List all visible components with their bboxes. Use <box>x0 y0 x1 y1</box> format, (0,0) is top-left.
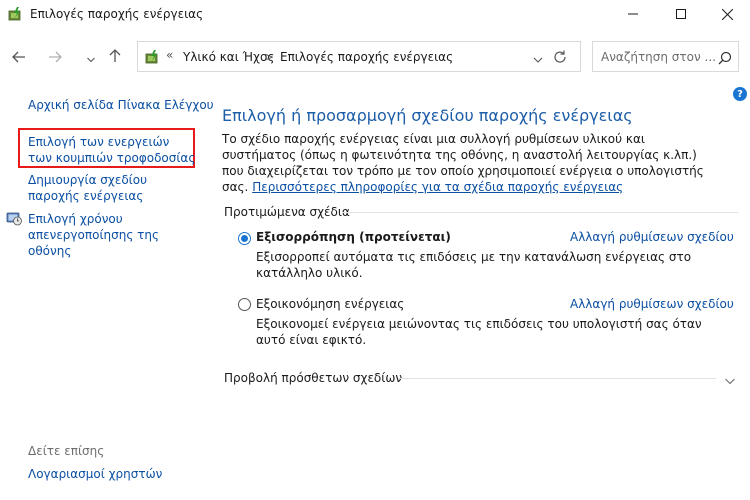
expand-chevron-icon[interactable] <box>724 372 736 385</box>
sidebar-link-control-panel-home[interactable]: Αρχική σελίδα Πίνακα Ελέγχου <box>28 97 214 113</box>
balanced-plan-radio[interactable] <box>238 232 251 245</box>
display-clock-icon <box>6 210 22 226</box>
search-input[interactable]: Αναζήτηση στον ... <box>592 41 739 72</box>
balanced-change-settings-link[interactable]: Αλλαγή ρυθμίσεων σχεδίου <box>570 230 734 244</box>
forward-button[interactable] <box>44 46 66 68</box>
breadcrumb-separator[interactable]: > <box>264 50 274 64</box>
navigation-bar: « Υλικό και Ήχος > Επιλογές παροχής ενέρ… <box>0 38 750 76</box>
close-button[interactable] <box>704 0 750 28</box>
address-bar[interactable]: « Υλικό και Ήχος > Επιλογές παροχής ενέρ… <box>137 41 581 72</box>
balanced-plan-name[interactable]: Εξισορρόπηση (προτείνεται) <box>256 230 451 244</box>
refresh-icon[interactable] <box>552 49 568 65</box>
preferred-plans-label: Προτιμώμενα σχέδια <box>224 205 350 219</box>
power-saver-plan-name[interactable]: Εξοικονόμηση ενέργειας <box>256 297 404 311</box>
search-icon[interactable] <box>718 50 732 65</box>
power-saver-plan-description: Εξοικονομεί ενέργεια μειώνοντας τις επιδ… <box>256 317 702 347</box>
recent-locations-button[interactable] <box>80 46 102 68</box>
show-additional-plans-label[interactable]: Προβολή πρόσθετων σχεδίων <box>224 371 402 385</box>
breadcrumb-hardware-sound[interactable]: Υλικό και Ήχος <box>183 50 274 64</box>
sidebar-link-power-buttons[interactable]: Επιλογή των ενεργειών των κουμπιών τροφο… <box>28 134 196 166</box>
minimize-button[interactable] <box>610 0 656 28</box>
power-saver-change-settings-link[interactable]: Αλλαγή ρυθμίσεων σχεδίου <box>570 297 734 311</box>
up-button[interactable] <box>104 46 126 68</box>
title-bar: Επιλογές παροχής ενέργειας <box>0 0 750 28</box>
breadcrumb-power-options[interactable]: Επιλογές παροχής ενέργειας <box>280 50 453 64</box>
address-dropdown-icon[interactable] <box>532 51 544 63</box>
page-title: Επιλογή ή προσαρμογή σχεδίου παροχής ενέ… <box>222 106 633 125</box>
balanced-plan-description: Εξισορροπεί αυτόματα τις επιδόσεις με τη… <box>256 250 692 280</box>
help-icon[interactable]: ? <box>733 87 747 101</box>
sidebar-link-display-off-time[interactable]: Επιλογή χρόνου απενεργοποίησης της οθόνη… <box>28 211 196 259</box>
breadcrumb-overflow-icon[interactable]: « <box>166 48 173 62</box>
sidebar-link-create-plan[interactable]: Δημιουργία σχεδίου παροχής ενέργειας <box>28 172 196 204</box>
search-placeholder: Αναζήτηση στον ... <box>601 50 716 64</box>
chevron-down-icon <box>87 48 95 67</box>
maximize-button[interactable] <box>658 0 704 28</box>
window-title: Επιλογές παροχής ενέργειας <box>30 7 204 21</box>
power-options-icon <box>145 49 161 65</box>
more-info-link[interactable]: Περισσότερες πληροφορίες για τα σχέδια π… <box>252 180 623 194</box>
sidebar-link-user-accounts[interactable]: Λογαριασμοί χρηστών <box>28 466 162 482</box>
group-divider <box>342 212 738 213</box>
arrow-up-icon <box>109 48 121 67</box>
power-saver-plan-radio[interactable] <box>238 298 251 311</box>
arrow-left-icon <box>12 48 26 67</box>
back-button[interactable] <box>8 46 30 68</box>
page-description: Το σχέδιο παροχής ενέργειας είναι μια συ… <box>222 131 722 195</box>
additional-plans-divider <box>398 378 716 379</box>
arrow-right-icon <box>48 48 62 67</box>
power-options-app-icon <box>8 6 24 22</box>
see-also-heading: Δείτε επίσης <box>28 444 105 458</box>
